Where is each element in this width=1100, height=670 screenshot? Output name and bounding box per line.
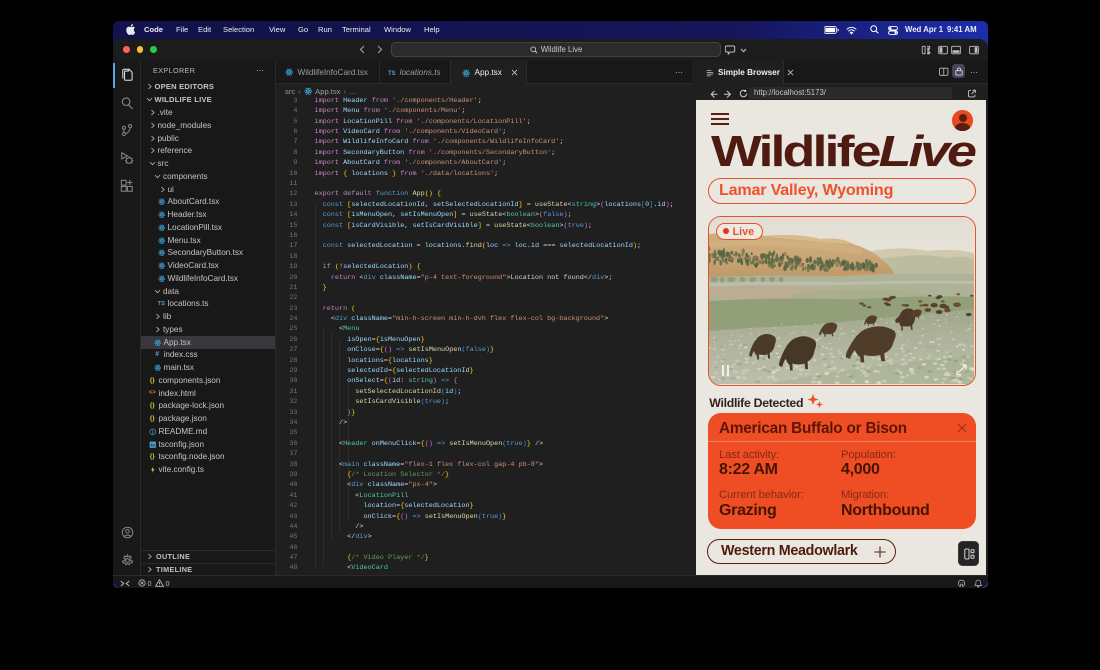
svg-text:ts: ts [150,442,154,447]
